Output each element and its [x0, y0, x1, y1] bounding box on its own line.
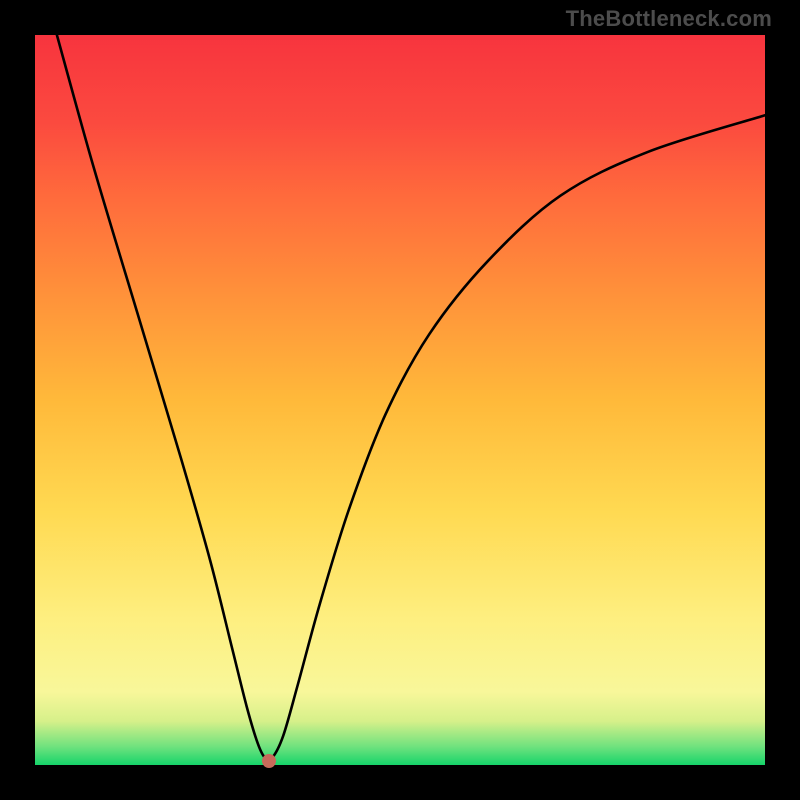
minimum-point-marker — [262, 754, 276, 768]
source-label: TheBottleneck.com — [566, 6, 772, 32]
chart-frame: TheBottleneck.com — [0, 0, 800, 800]
bottleneck-curve — [35, 35, 765, 765]
plot-area — [35, 35, 765, 765]
